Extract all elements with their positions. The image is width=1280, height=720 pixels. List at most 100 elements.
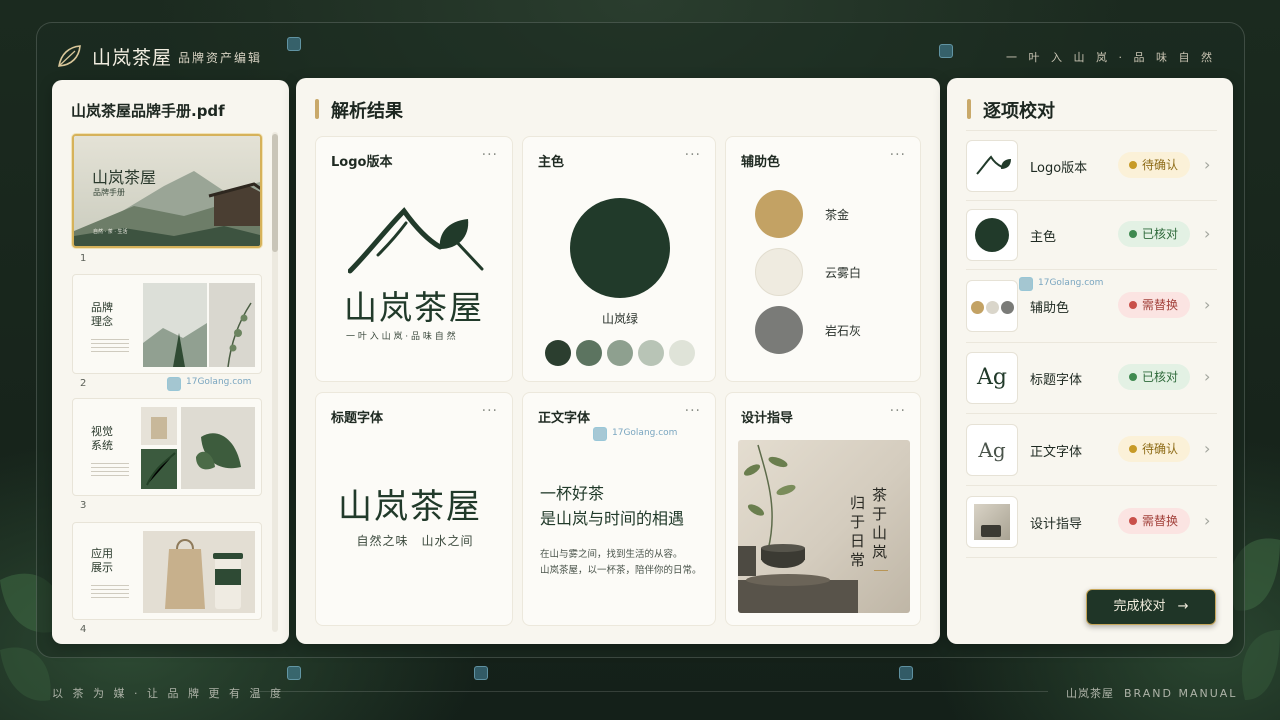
primary-color-swatch	[570, 198, 670, 298]
tint-swatch-5	[669, 340, 695, 366]
guide-gold-line	[874, 570, 888, 571]
review-row-body-font[interactable]: Ag 正文字体 待确认 ›	[966, 424, 1217, 476]
page-thumbnail-3[interactable]: 视觉 系统	[72, 398, 262, 496]
page-thumbnail-4[interactable]: 应用 展示	[72, 522, 262, 620]
app-subtitle: 品牌资产编辑	[178, 51, 263, 65]
watermark-text: 17Golang.com	[186, 377, 252, 387]
packaging-photo	[143, 531, 255, 613]
more-menu-icon[interactable]: ···	[890, 403, 906, 419]
secondary-card-title: 辅助色	[741, 155, 781, 170]
review-title: 逐项校对	[983, 101, 1055, 122]
chevron-right-icon[interactable]: ›	[1204, 511, 1210, 530]
watermark-icon	[939, 44, 953, 58]
secondary-colors-thumb-icon	[966, 280, 1018, 332]
arrow-right-icon: →	[1177, 599, 1189, 614]
cover-subtitle: 品牌手册	[93, 188, 125, 197]
primary-color-card[interactable]: 主色 ··· 山岚绿	[522, 136, 716, 382]
tea-gold-swatch	[755, 190, 803, 238]
tint-swatch-3	[607, 340, 633, 366]
rock-gray-swatch	[755, 306, 803, 354]
cover-caption: 自然 · 茶 · 生活	[93, 229, 128, 235]
chevron-right-icon[interactable]: ›	[1204, 295, 1210, 314]
more-menu-icon[interactable]: ···	[890, 147, 906, 163]
divider	[966, 485, 1217, 486]
status-badge: 已核对	[1118, 221, 1190, 247]
text-lines	[91, 585, 129, 586]
page-number-3: 3	[80, 500, 87, 511]
divider	[966, 130, 1217, 131]
primary-color-thumb-icon	[966, 209, 1018, 261]
status-badge: 需替换	[1118, 292, 1190, 318]
cloud-white-label: 云雾白	[825, 266, 862, 280]
text-lines	[91, 339, 129, 340]
body-font-para-2: 山岚茶屋，以一杯茶，陪伴你的日常。	[540, 565, 702, 576]
rock-gray-label: 岩石灰	[825, 324, 862, 338]
review-row-primary-color[interactable]: 主色 已核对 ›	[966, 209, 1217, 261]
secondary-color-card[interactable]: 辅助色 ··· 茶金 云雾白 岩石灰	[725, 136, 921, 382]
heading-font-thumb-icon: Ag	[966, 352, 1018, 404]
guide-vertical-text-1: 茶于山岚	[872, 486, 888, 561]
scrollbar-thumb[interactable]	[272, 134, 278, 252]
review-row-heading-font[interactable]: Ag 标题字体 已核对 ›	[966, 352, 1217, 404]
heading-font-card-title: 标题字体	[331, 411, 384, 426]
review-label: 设计指导	[1030, 517, 1083, 532]
heading-font-card[interactable]: 标题字体 ··· 山岚茶屋 自然之味 山水之间	[315, 392, 513, 626]
page-thumbnail-2[interactable]: 品牌 理念	[72, 274, 262, 374]
page-3-title: 视觉 系统	[91, 425, 113, 452]
heading-font-sub: 自然之味 山水之间	[356, 534, 474, 548]
chevron-right-icon[interactable]: ›	[1204, 439, 1210, 458]
primary-color-name: 山岚绿	[601, 312, 638, 326]
visual-system-photo	[141, 407, 255, 489]
more-menu-icon[interactable]: ···	[482, 403, 498, 419]
body-font-line-1: 一杯好茶	[540, 484, 605, 503]
review-label: 主色	[1030, 230, 1057, 245]
chevron-right-icon[interactable]: ›	[1204, 224, 1210, 243]
section-accent-bar	[315, 99, 319, 119]
tint-swatch-2	[576, 340, 602, 366]
design-guide-card[interactable]: 设计指导 ··· 茶于山岚 归于日常	[725, 392, 921, 626]
footer-divider	[258, 691, 1048, 692]
status-badge: 待确认	[1118, 152, 1190, 178]
review-row-design-guide[interactable]: 设计指导 需替换 ›	[966, 496, 1217, 548]
watermark-icon	[593, 427, 607, 441]
mist-photo	[143, 283, 255, 367]
tea-gold-label: 茶金	[825, 208, 850, 222]
more-menu-icon[interactable]: ···	[685, 147, 701, 163]
page-4-title: 应用 展示	[91, 547, 113, 574]
complete-review-button[interactable]: 完成校对 →	[1086, 589, 1216, 625]
design-guide-image: 茶于山岚 归于日常	[738, 440, 910, 613]
divider	[966, 269, 1217, 270]
cloud-white-swatch	[755, 248, 803, 296]
file-name: 山岚茶屋品牌手册.pdf	[71, 102, 225, 120]
more-menu-icon[interactable]: ···	[685, 403, 701, 419]
app-title: 山岚茶屋	[92, 47, 173, 69]
logo-thumb-icon	[966, 140, 1018, 192]
watermark-icon	[167, 377, 181, 391]
watermark-icon	[287, 37, 301, 51]
chevron-right-icon[interactable]: ›	[1204, 155, 1210, 174]
cover-title: 山岚茶屋	[92, 168, 157, 187]
watermark-icon	[287, 666, 301, 680]
watermark-icon	[1019, 277, 1033, 291]
logo-wordmark: 山岚茶屋	[344, 288, 484, 327]
page-thumbnail-1[interactable]: 山岚茶屋 品牌手册 自然 · 茶 · 生活	[72, 134, 262, 248]
primary-card-title: 主色	[538, 155, 565, 170]
tint-swatch-4	[638, 340, 664, 366]
page-list-panel: 山岚茶屋品牌手册.pdf 山岚茶屋 品牌手册 自然 · 茶 · 生活 1 品牌 …	[52, 80, 289, 644]
section-accent-bar	[967, 99, 971, 119]
logo-card[interactable]: Logo版本 ··· 山岚茶屋 一 叶 入 山 岚 · 品 味 自 然	[315, 136, 513, 382]
page-2-title: 品牌 理念	[91, 301, 113, 328]
more-menu-icon[interactable]: ···	[482, 147, 498, 163]
review-row-logo[interactable]: Logo版本 待确认 ›	[966, 140, 1217, 192]
review-label: Logo版本	[1030, 161, 1088, 176]
status-badge: 待确认	[1118, 436, 1190, 462]
divider	[966, 342, 1217, 343]
page-number-2: 2	[80, 378, 87, 389]
review-label: 正文字体	[1030, 445, 1083, 460]
body-font-card-title: 正文字体	[538, 411, 591, 426]
status-badge: 需替换	[1118, 508, 1190, 534]
divider	[966, 557, 1217, 558]
chevron-right-icon[interactable]: ›	[1204, 367, 1210, 386]
footer-slogan: 以 茶 为 媒 · 让 品 牌 更 有 温 度	[52, 687, 284, 700]
divider	[966, 200, 1217, 201]
